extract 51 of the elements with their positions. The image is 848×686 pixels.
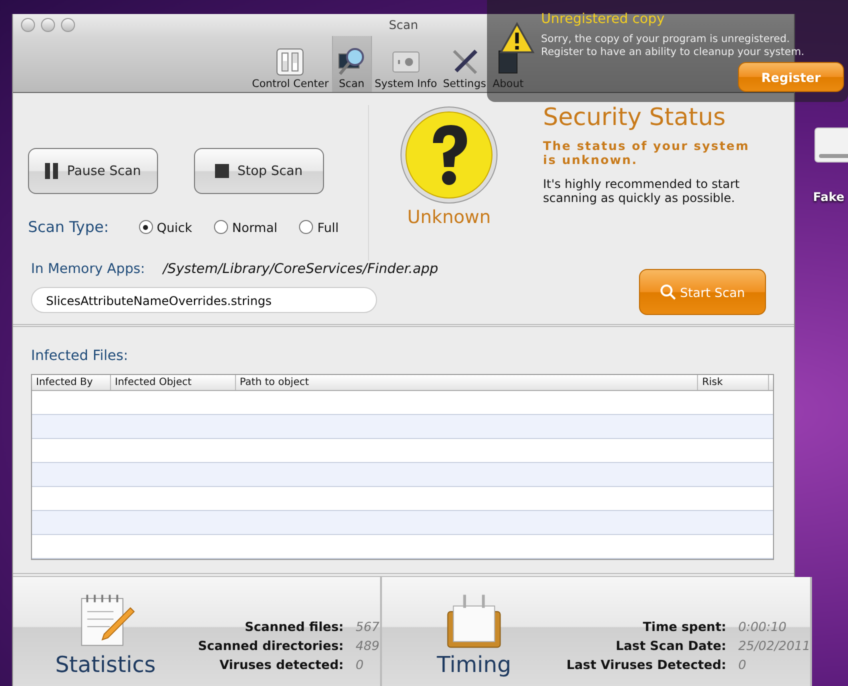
stop-icon [215,163,230,179]
zoom-button[interactable] [61,18,75,32]
stat-value: 25/02/2011 [738,638,810,653]
pause-icon [45,163,59,179]
notification-title: Unregistered copy [541,11,665,27]
stat-label: Viruses detected: [218,657,344,672]
search-icon [660,284,676,300]
stat-label: Time spent: [642,619,726,634]
stat-value: 0 [356,657,365,672]
scan-control-button[interactable]: Pause Scan [28,148,158,194]
toolbar-tab[interactable]: Settings [440,36,490,92]
column-header[interactable]: Path to object [236,375,698,390]
panel-title: Timing [436,653,512,678]
switch-icon [274,46,306,78]
question-mark-icon [399,105,499,205]
table-row[interactable] [32,511,773,535]
scan-type-radio[interactable]: Full [299,220,339,234]
stat-value: 489 [356,638,380,653]
panel-title: Statistics [55,653,156,678]
stat-value: 0:00:10 [738,619,788,634]
stat-label: Scanned directories: [198,638,344,653]
close-button[interactable] [21,18,35,32]
toolbar-tab[interactable]: System Info [372,36,440,92]
current-file-field: SlicesAttributeNameOverrides.strings [31,287,377,313]
drive-label[interactable]: Fake [813,190,844,204]
status-badge-text: Unknown [407,207,491,228]
infected-files-title: Infected Files: [31,348,128,364]
scan-control-button[interactable]: Stop Scan [194,148,324,194]
stat-label: Last Viruses Detected: [566,657,726,672]
warning-icon [499,22,535,54]
column-header[interactable]: Infected By [32,375,111,390]
status-headline: The status of your system is unknown. [543,139,750,167]
stat-label: Last Scan Date: [614,638,726,653]
scan-type-radio[interactable]: Normal [214,220,278,234]
scan-type-label: Scan Type: [28,218,109,236]
status-advice: It's highly recommended to start scanning as quickly as possible. [543,177,741,205]
in-memory-apps-label: In Memory Apps: [31,261,145,277]
scan-type-radio[interactable]: Quick [138,220,192,234]
table-row[interactable] [32,415,773,439]
minimize-button[interactable] [41,18,55,32]
stat-value: 567 [356,619,380,634]
table-row[interactable] [32,463,773,487]
column-header[interactable]: Risk [698,375,769,390]
security-status-title: Security Status [543,103,727,131]
toolbar-tab[interactable]: Control Center [249,36,332,92]
toolbar-tab[interactable]: Scan [332,36,372,92]
stat-value: 0 [738,657,748,672]
app-path: /System/Library/CoreServices/Finder.app [162,261,438,277]
window-title: Scan [388,18,418,32]
column-header[interactable]: Infected Object [110,375,236,390]
stat-label: Scanned files: [244,619,344,634]
